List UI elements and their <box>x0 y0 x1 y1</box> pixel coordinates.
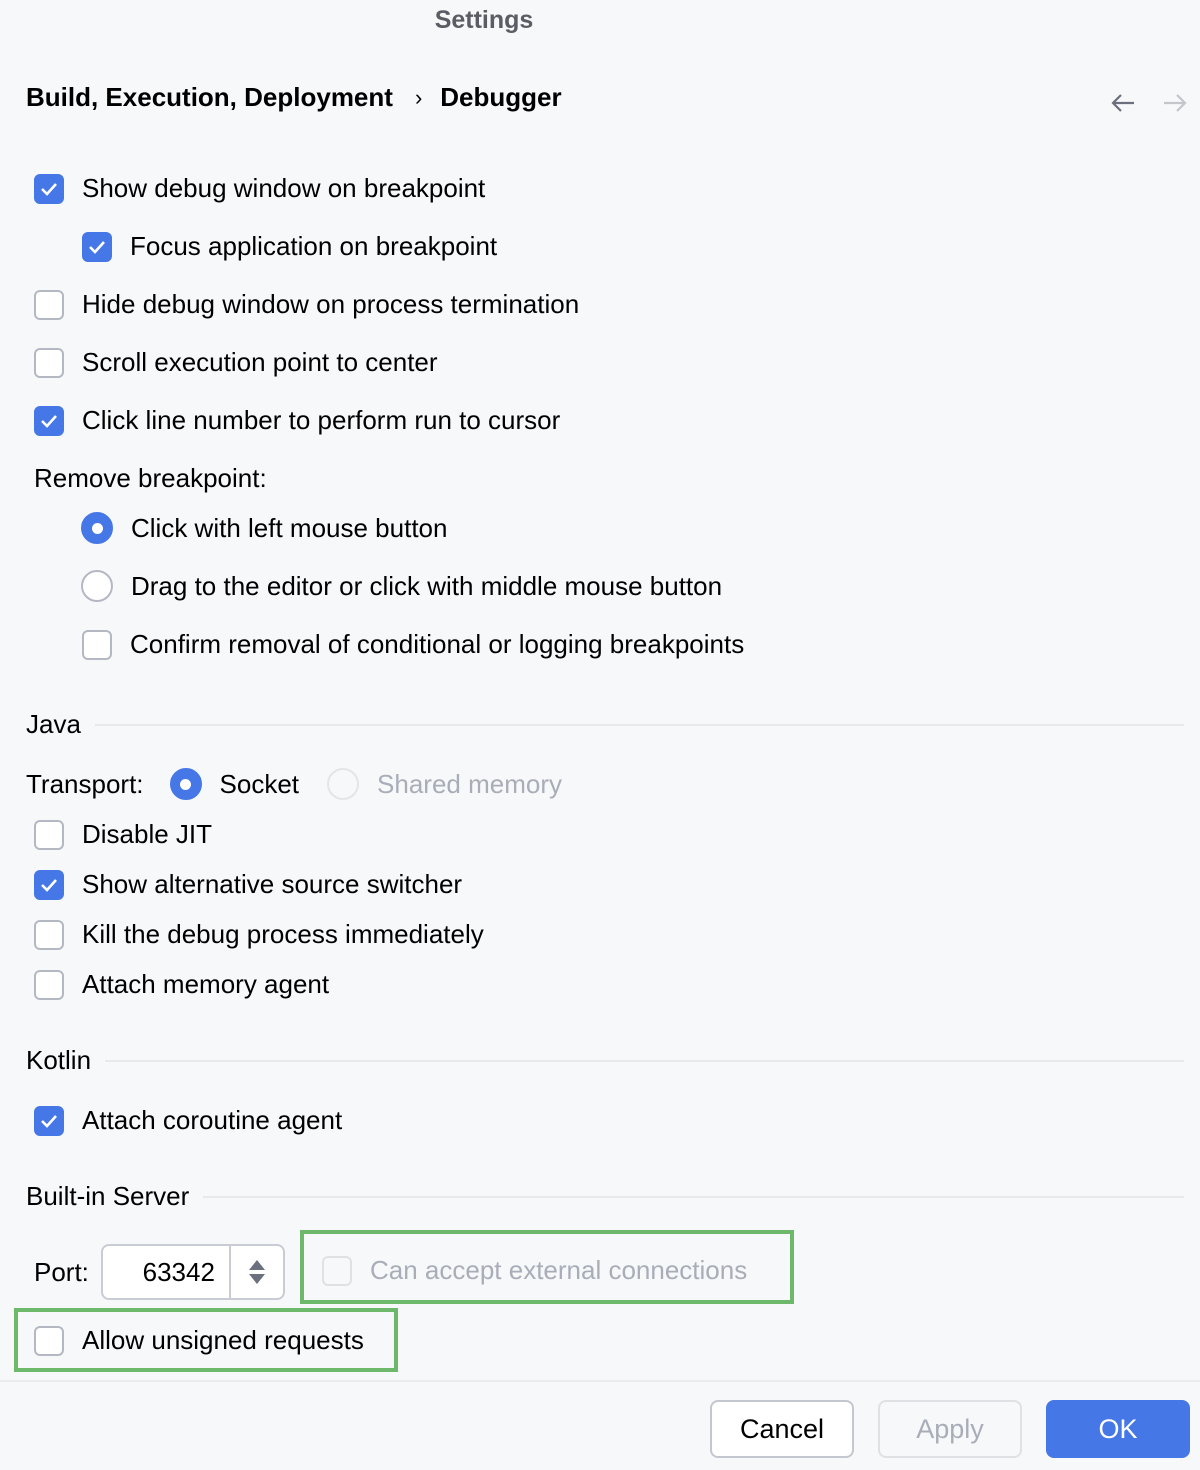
focus-application-label: Focus application on breakpoint <box>130 231 498 261</box>
focus-application-option[interactable]: Focus application on breakpoint <box>82 231 497 262</box>
port-stepper-buttons[interactable] <box>228 1246 283 1298</box>
remove-drag-label: Drag to the editor or click with middle … <box>131 570 723 601</box>
navigation-arrows <box>1108 88 1190 118</box>
scroll-execution-option[interactable]: Scroll execution point to center <box>34 347 438 378</box>
breadcrumb-separator: › <box>414 84 423 110</box>
checkmark-icon <box>41 414 57 428</box>
scroll-execution-checkbox[interactable] <box>34 347 64 378</box>
attach-memory-agent-option[interactable]: Attach memory agent <box>34 969 329 1000</box>
java-section-header: Java <box>26 709 1184 740</box>
confirm-removal-label: Confirm removal of conditional or loggin… <box>130 629 745 659</box>
breadcrumb-parent[interactable]: Build, Execution, Deployment <box>26 82 393 113</box>
socket-label[interactable]: Socket <box>220 769 300 800</box>
socket-radio[interactable] <box>169 768 202 800</box>
hide-debug-window-checkbox[interactable] <box>34 289 64 320</box>
shared-memory-radio <box>327 768 360 800</box>
back-button[interactable] <box>1108 88 1138 118</box>
disable-jit-option[interactable]: Disable JIT <box>34 819 212 850</box>
java-header: Java <box>26 709 81 739</box>
focus-application-checkbox[interactable] <box>82 231 112 262</box>
alt-source-switcher-checkbox[interactable] <box>34 869 64 900</box>
transport-row: Transport: Socket Shared memory <box>26 768 562 800</box>
click-line-number-option[interactable]: Click line number to perform run to curs… <box>34 405 560 436</box>
kill-debug-process-label: Kill the debug process immediately <box>82 919 484 949</box>
alt-source-switcher-label: Show alternative source switcher <box>82 869 463 899</box>
scroll-execution-label: Scroll execution point to center <box>82 347 438 377</box>
disable-jit-checkbox[interactable] <box>34 819 64 850</box>
forward-button[interactable] <box>1160 88 1190 118</box>
kotlin-section-header: Kotlin <box>26 1045 1184 1076</box>
attach-coroutine-agent-checkbox[interactable] <box>34 1105 64 1136</box>
checkmark-icon <box>41 182 57 196</box>
breadcrumb-current: Debugger <box>440 82 562 112</box>
remove-left-click-radio[interactable] <box>81 512 113 544</box>
unsigned-requests-checkbox[interactable] <box>34 1325 64 1356</box>
checkmark-icon <box>41 1114 57 1128</box>
server-header: Built-in Server <box>26 1181 190 1211</box>
section-divider <box>94 723 1184 726</box>
transport-label: Transport: <box>26 768 144 799</box>
kotlin-header: Kotlin <box>26 1045 92 1075</box>
remove-left-click-option[interactable]: Click with left mouse button <box>81 512 447 544</box>
remove-left-click-label: Click with left mouse button <box>131 512 448 543</box>
section-divider <box>203 1195 1184 1198</box>
hide-debug-window-option[interactable]: Hide debug window on process termination <box>34 289 579 320</box>
confirm-removal-option[interactable]: Confirm removal of conditional or loggin… <box>82 629 744 660</box>
remove-breakpoint-label: Remove breakpoint: <box>34 463 267 493</box>
port-row: Port: 63342 <box>34 1244 285 1300</box>
hide-debug-window-label: Hide debug window on process termination <box>82 289 580 319</box>
show-debug-window-label: Show debug window on breakpoint <box>82 173 486 203</box>
port-input[interactable]: 63342 <box>103 1257 229 1288</box>
breadcrumb: Build, Execution, Deployment › Debugger <box>26 82 562 113</box>
port-spinner[interactable]: 63342 <box>100 1244 285 1300</box>
click-line-number-checkbox[interactable] <box>34 405 64 436</box>
arrow-right-icon <box>1164 94 1187 112</box>
port-label: Port: <box>34 1256 89 1287</box>
kill-debug-process-option[interactable]: Kill the debug process immediately <box>34 919 484 950</box>
up-down-arrows-icon <box>248 1260 265 1284</box>
attach-coroutine-agent-option[interactable]: Attach coroutine agent <box>34 1105 342 1136</box>
remove-drag-option[interactable]: Drag to the editor or click with middle … <box>81 570 722 602</box>
show-debug-window-option[interactable]: Show debug window on breakpoint <box>34 173 485 204</box>
attach-memory-agent-checkbox[interactable] <box>34 969 64 1000</box>
kill-debug-process-checkbox[interactable] <box>34 919 64 950</box>
external-connections-option: Can accept external connections <box>322 1255 747 1286</box>
dialog-title: Settings <box>434 6 534 34</box>
disable-jit-label: Disable JIT <box>82 819 213 849</box>
unsigned-requests-label: Allow unsigned requests <box>82 1325 364 1355</box>
cancel-button[interactable]: Cancel <box>710 1400 854 1458</box>
arrow-left-icon <box>1111 94 1134 112</box>
external-connections-label: Can accept external connections <box>370 1255 748 1285</box>
section-divider <box>105 1059 1184 1062</box>
checkmark-icon <box>89 240 105 254</box>
click-line-number-label: Click line number to perform run to curs… <box>82 405 561 435</box>
checkmark-icon <box>41 878 57 892</box>
show-debug-window-checkbox[interactable] <box>34 173 64 204</box>
confirm-removal-checkbox[interactable] <box>82 629 112 660</box>
alt-source-switcher-option[interactable]: Show alternative source switcher <box>34 869 462 900</box>
remove-drag-radio[interactable] <box>81 570 113 602</box>
ok-button[interactable]: OK <box>1046 1400 1190 1458</box>
shared-memory-label: Shared memory <box>377 768 562 799</box>
footer-divider <box>0 1380 1200 1382</box>
apply-button[interactable]: Apply <box>878 1400 1022 1458</box>
unsigned-requests-option[interactable]: Allow unsigned requests <box>34 1325 364 1356</box>
external-connections-checkbox <box>322 1255 352 1286</box>
attach-coroutine-agent-label: Attach coroutine agent <box>82 1105 343 1135</box>
attach-memory-agent-label: Attach memory agent <box>82 969 330 999</box>
server-section-header: Built-in Server <box>26 1181 1184 1212</box>
